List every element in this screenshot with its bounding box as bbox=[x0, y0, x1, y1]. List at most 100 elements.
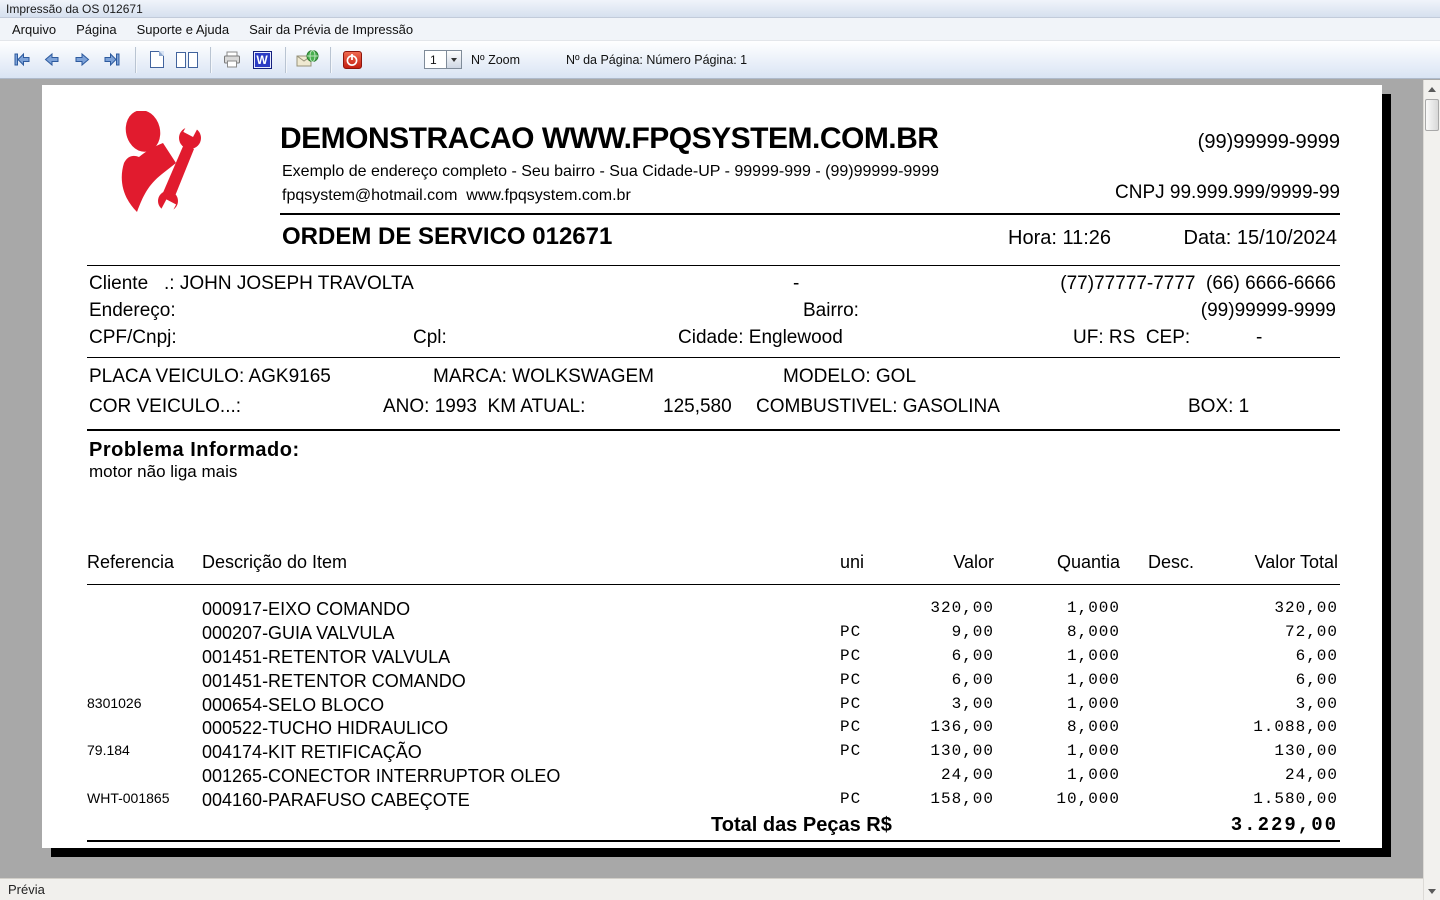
menu-item[interactable]: Sair da Prévia de Impressão bbox=[239, 20, 423, 39]
client-cep-value: - bbox=[1256, 327, 1263, 348]
last-page-button[interactable] bbox=[98, 46, 126, 74]
toolbar-separator bbox=[330, 46, 331, 73]
zoom-select[interactable]: 1 bbox=[424, 50, 462, 69]
item-descricao: 001265-CONECTOR INTERRUPTOR OLEO bbox=[202, 766, 561, 787]
company-name: DEMONSTRACAO WWW.FPQSYSTEM.COM.BR bbox=[280, 122, 939, 155]
item-valor: 6,00 bbox=[951, 646, 994, 665]
table-row: 79.184 004174-KIT RETIFICAÇÃO PC 130,00 … bbox=[42, 740, 1382, 764]
single-page-view-button[interactable] bbox=[143, 46, 171, 74]
company-cnpj: CNPJ 99.999.999/9999-99 bbox=[1115, 182, 1340, 203]
item-valor: 136,00 bbox=[930, 718, 994, 737]
client-phones: (77)77777-7777 (66) 6666-6666 bbox=[1060, 273, 1336, 294]
items-table-body: 000917-EIXO COMANDO 320,00 1,000 320,00 … bbox=[42, 597, 1382, 812]
items-table-header: Referencia Descrição do Item uni Valor Q… bbox=[42, 550, 1382, 574]
item-valor-total: 6,00 bbox=[1295, 670, 1338, 689]
word-icon: W bbox=[252, 50, 272, 69]
item-uni: PC bbox=[840, 694, 862, 713]
scroll-down-button[interactable] bbox=[1424, 883, 1440, 899]
zoom-dropdown-button[interactable] bbox=[446, 51, 461, 68]
first-page-icon bbox=[14, 52, 30, 67]
vehicle-km-value: 125,580 bbox=[663, 396, 732, 417]
header-quantia: Quantia bbox=[1056, 552, 1120, 572]
item-valor-total: 72,00 bbox=[1284, 622, 1338, 641]
client-name: Cliente .: JOHN JOSEPH TRAVOLTA bbox=[89, 273, 414, 294]
arrow-down-icon bbox=[1428, 888, 1436, 894]
two-page-icon bbox=[176, 51, 198, 68]
client-cpl-label: Cpl: bbox=[413, 327, 447, 348]
next-page-button[interactable] bbox=[68, 46, 96, 74]
item-referencia: 8301026 bbox=[87, 694, 142, 711]
item-valor-total: 3,00 bbox=[1295, 694, 1338, 713]
send-email-button[interactable] bbox=[293, 46, 321, 74]
item-valor-total: 1.088,00 bbox=[1253, 718, 1338, 737]
problem-text: motor não liga mais bbox=[89, 462, 238, 481]
menubar: Arquivo Página Suporte e Ajuda Sair da P… bbox=[0, 18, 1440, 41]
two-page-view-button[interactable] bbox=[173, 46, 201, 74]
item-quantia: 1,000 bbox=[1066, 742, 1120, 761]
toolbar-separator bbox=[210, 46, 211, 73]
total-value: 3.229,00 bbox=[1230, 814, 1338, 836]
item-quantia: 8,000 bbox=[1066, 622, 1120, 641]
item-uni: PC bbox=[840, 742, 862, 761]
client-dash: - bbox=[793, 273, 800, 294]
item-quantia: 8,000 bbox=[1066, 718, 1120, 737]
item-quantia: 1,000 bbox=[1066, 646, 1120, 665]
divider bbox=[87, 840, 1340, 842]
company-phone: (99)99999-9999 bbox=[1197, 131, 1340, 153]
item-descricao: 000654-SELO BLOCO bbox=[202, 694, 385, 715]
arrow-up-icon bbox=[1428, 86, 1436, 92]
divider bbox=[87, 584, 1340, 585]
client-cidade: Cidade: Englewood bbox=[678, 327, 843, 348]
scroll-up-button[interactable] bbox=[1424, 81, 1440, 97]
preview-area: DEMONSTRACAO WWW.FPQSYSTEM.COM.BR (99)99… bbox=[0, 79, 1440, 878]
vehicle-placa: PLACA VEICULO: AGK9165 bbox=[89, 366, 331, 387]
item-valor: 24,00 bbox=[940, 766, 994, 785]
item-uni: PC bbox=[840, 790, 862, 809]
order-title: ORDEM DE SERVICO 012671 bbox=[282, 223, 613, 250]
last-page-icon bbox=[104, 52, 120, 67]
vehicle-cor: COR VEICULO...: bbox=[89, 396, 242, 417]
item-quantia: 1,000 bbox=[1066, 670, 1120, 689]
vehicle-ano-km: ANO: 1993 KM ATUAL: bbox=[383, 396, 586, 417]
total-label: Total das Peças R$ bbox=[711, 814, 892, 836]
scrollbar-thumb[interactable] bbox=[1425, 99, 1439, 131]
item-valor: 130,00 bbox=[930, 742, 994, 761]
menu-item[interactable]: Página bbox=[66, 20, 126, 39]
divider bbox=[87, 357, 1340, 358]
single-page-icon bbox=[150, 51, 164, 68]
vertical-scrollbar[interactable] bbox=[1423, 80, 1440, 900]
vehicle-combustivel: COMBUSTIVEL: GASOLINA bbox=[756, 396, 1000, 417]
client-phone2: (99)99999-9999 bbox=[1200, 300, 1336, 321]
header-referencia: Referencia bbox=[87, 552, 175, 572]
item-valor: 3,00 bbox=[951, 694, 994, 713]
table-row: 8301026 000654-SELO BLOCO PC 3,00 1,000 … bbox=[42, 693, 1382, 717]
header-descricao: Descrição do Item bbox=[202, 552, 348, 572]
prev-page-button[interactable] bbox=[38, 46, 66, 74]
problem-label: Problema Informado: bbox=[89, 439, 300, 461]
order-hora: Hora: 11:26 bbox=[1008, 227, 1112, 249]
item-quantia: 10,000 bbox=[1056, 790, 1120, 809]
menu-item[interactable]: Suporte e Ajuda bbox=[127, 20, 240, 39]
close-preview-button[interactable] bbox=[338, 46, 366, 74]
first-page-button[interactable] bbox=[8, 46, 36, 74]
toolbar-separator bbox=[285, 46, 286, 73]
zoom-label: Nº Zoom bbox=[471, 52, 521, 67]
item-uni: PC bbox=[840, 622, 862, 641]
menu-item[interactable]: Arquivo bbox=[2, 20, 66, 39]
item-valor-total: 320,00 bbox=[1274, 599, 1338, 617]
printer-icon bbox=[224, 51, 240, 68]
toolbar: W 1 Nº Zoom Nº da Página: Número Página:… bbox=[0, 41, 1440, 79]
print-button[interactable] bbox=[218, 46, 246, 74]
toolbar-separator bbox=[135, 46, 136, 73]
document-page: DEMONSTRACAO WWW.FPQSYSTEM.COM.BR (99)99… bbox=[42, 85, 1382, 848]
export-word-button[interactable]: W bbox=[248, 46, 276, 74]
vehicle-box: BOX: 1 bbox=[1188, 396, 1250, 417]
item-referencia: WHT-001865 bbox=[87, 790, 170, 807]
table-row: 000207-GUIA VALVULA PC 9,00 8,000 72,00 bbox=[42, 621, 1382, 645]
item-descricao: 001451-RETENTOR VALVULA bbox=[202, 646, 451, 667]
status-text: Prévia bbox=[8, 882, 45, 897]
header-uni: uni bbox=[840, 552, 865, 572]
item-uni: PC bbox=[840, 670, 862, 689]
client-bairro-label: Bairro: bbox=[803, 300, 859, 321]
item-valor-total: 1.580,00 bbox=[1253, 790, 1338, 809]
